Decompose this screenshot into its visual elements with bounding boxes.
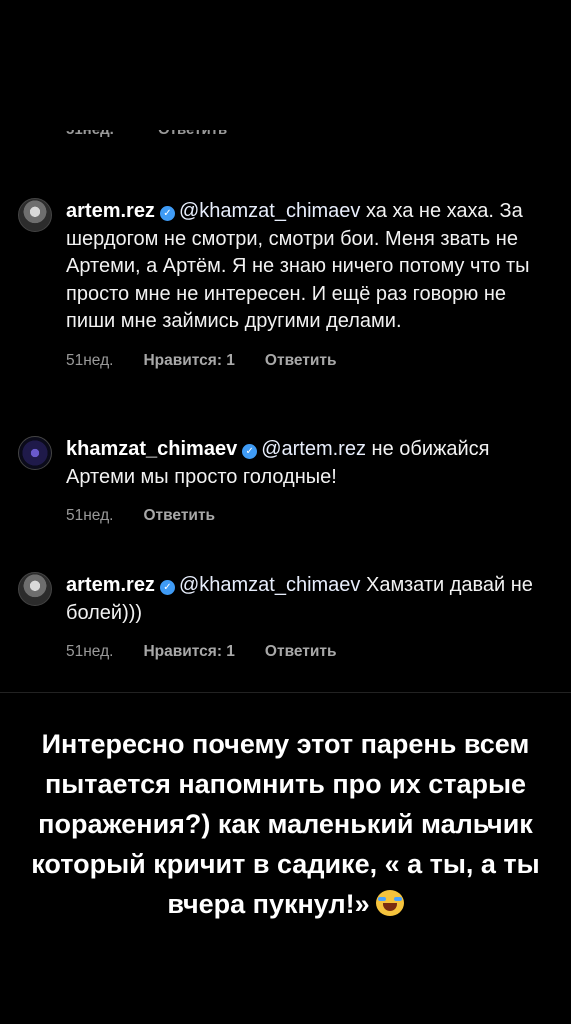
comment-mention[interactable]: @khamzat_chimaev: [179, 200, 360, 222]
reply-button[interactable]: Ответить: [143, 507, 215, 525]
comment-body: artem.rez ✓ @khamzat_chimaev Хамзати давай…: [66, 572, 551, 627]
reply-button[interactable]: Ответить: [265, 643, 337, 661]
comment-item: khamzat_chimaev ✓ @artem.rez не обижайся А…: [18, 436, 551, 525]
reply-button[interactable]: Ответить: [265, 352, 337, 370]
comment-meta: 51нед. Ответить: [66, 507, 551, 525]
comment-username[interactable]: artem.rez: [66, 574, 155, 596]
cut-off-reply-button[interactable]: Ответить: [158, 130, 227, 138]
comment-username[interactable]: khamzat_chimaev: [66, 438, 237, 460]
avatar[interactable]: [18, 572, 52, 606]
verified-badge-icon: ✓: [159, 580, 175, 595]
avatar[interactable]: [18, 436, 52, 470]
verified-badge-icon: ✓: [242, 444, 258, 459]
comment-body: khamzat_chimaev ✓ @artem.rez не обижайся А…: [66, 436, 551, 491]
divider: [0, 692, 571, 693]
comment-meta: 51нед. Нравится: 1 Ответить: [66, 643, 551, 661]
comment-likes[interactable]: Нравится: 1: [143, 643, 234, 661]
comment-time: 51нед.: [66, 351, 114, 369]
cut-off-time: 51нед.: [66, 130, 114, 138]
comment-mention[interactable]: @artem.rez: [261, 438, 366, 460]
avatar[interactable]: [18, 198, 52, 232]
comment-likes[interactable]: Нравится: 1: [143, 352, 234, 370]
comment-item: artem.rez ✓ @khamzat_chimaev Хамзати давай…: [18, 572, 551, 661]
comment-item: artem.rez ✓ @khamzat_chimaev ха ха не хаха…: [18, 198, 551, 370]
comment-body: artem.rez ✓ @khamzat_chimaev ха ха не хаха…: [66, 198, 551, 336]
story-caption: Интересно почему этот парень всем пытает…: [20, 724, 551, 924]
cut-off-meta-row: 51нед. Ответить: [66, 130, 326, 144]
comment-time: 51нед.: [66, 643, 114, 660]
verified-badge-icon: ✓: [159, 206, 175, 221]
comment-meta: 51нед. Нравится: 1 Ответить: [66, 352, 551, 370]
comment-time: 51нед.: [66, 507, 114, 524]
comment-username[interactable]: artem.rez: [66, 200, 155, 222]
caption-text: Интересно почему этот парень всем пытает…: [31, 729, 540, 919]
face-with-tears-of-joy-icon: [375, 890, 404, 916]
comment-mention[interactable]: @khamzat_chimaev: [179, 574, 360, 596]
